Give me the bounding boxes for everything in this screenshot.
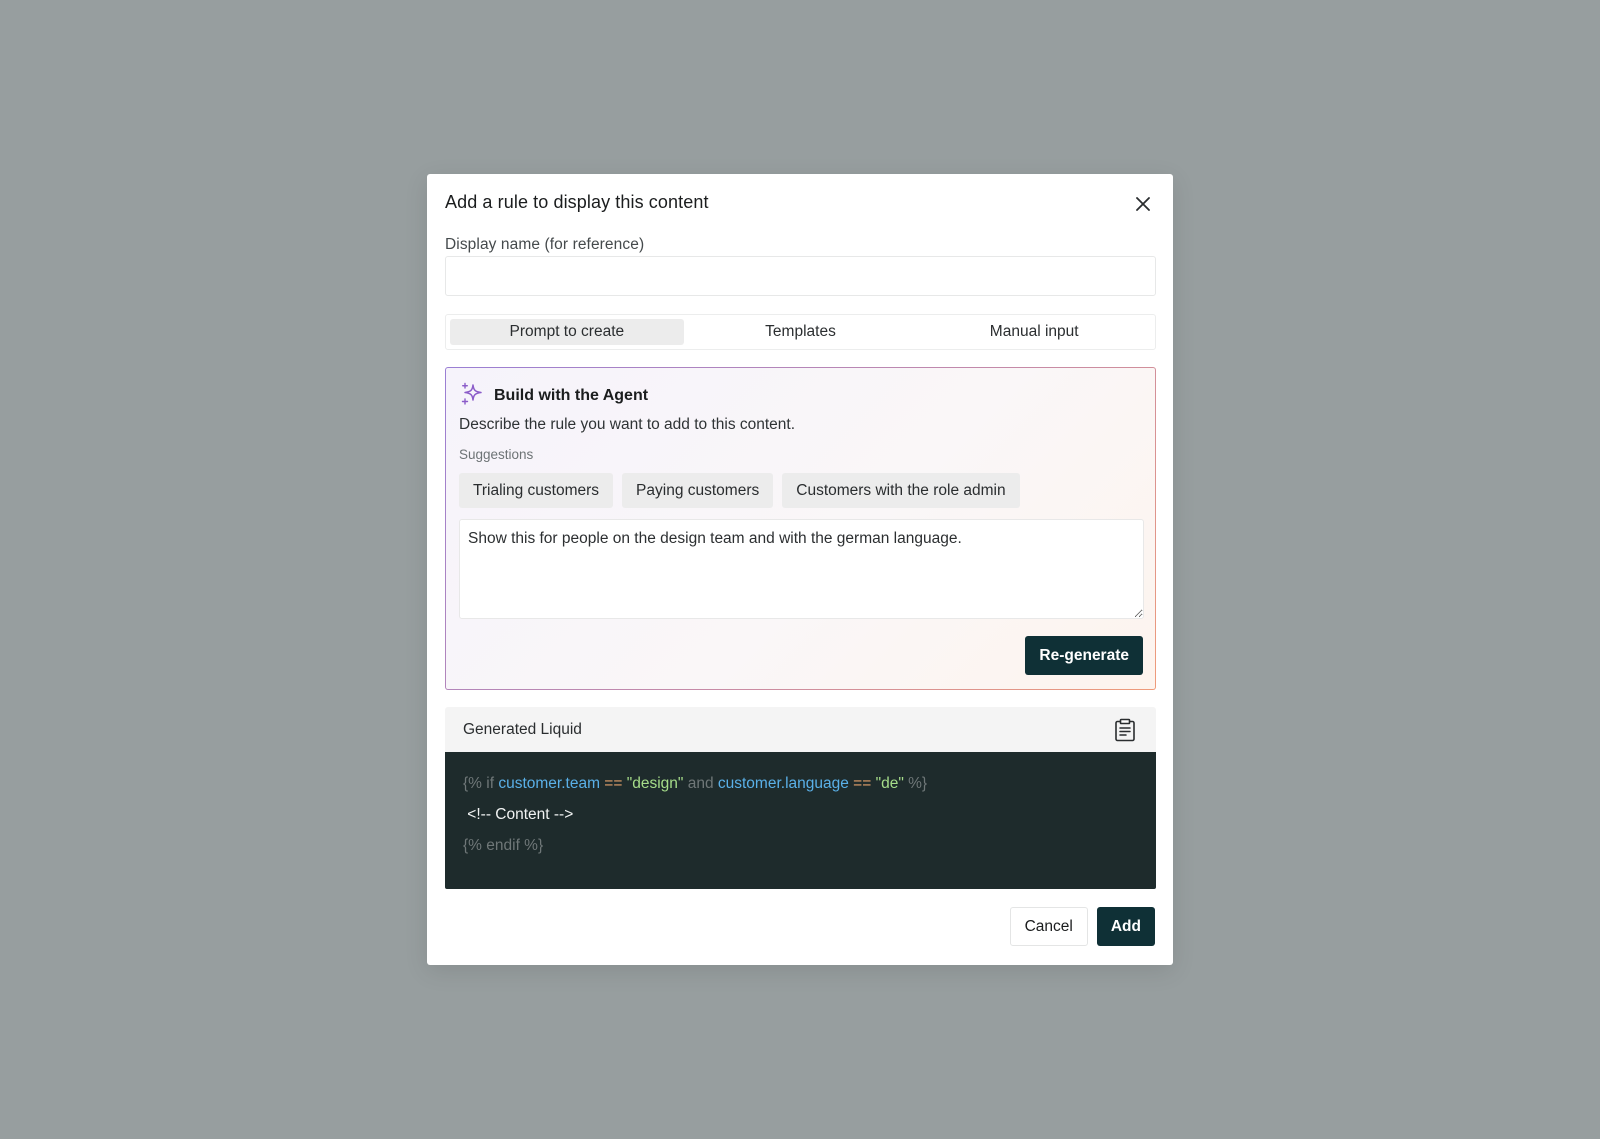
close-icon [1136,197,1150,211]
display-name-input[interactable] [445,256,1156,296]
code-token-string: "de" [875,775,904,792]
cancel-button[interactable]: Cancel [1009,907,1088,946]
code-token-tag: %} [903,775,928,792]
liquid-code-block: {% if customer.team == "design" and cust… [445,752,1156,889]
code-token-operator: == [599,775,627,792]
code-token-keyword: and [683,775,718,792]
code-line-2: <!-- Content --> [463,806,574,823]
agent-description: Describe the rule you want to add to thi… [459,416,796,433]
code-line-3: {% endif %} [463,837,544,854]
liquid-header: Generated Liquid [445,707,1156,752]
close-button[interactable] [1129,190,1157,218]
code-line-1: {% if customer.team == "design" and cust… [463,768,1138,799]
liquid-title: Generated Liquid [463,721,582,738]
suggestions-label: Suggestions [459,447,534,462]
agent-panel: Build with the Agent Describe the rule y… [445,367,1156,690]
suggestion-chip-paying[interactable]: Paying customers [622,473,774,508]
agent-title: Build with the Agent [494,387,649,404]
mode-tabs: Prompt to create Templates Manual input [445,314,1156,350]
tab-manual-input[interactable]: Manual input [917,319,1151,345]
add-rule-modal: Add a rule to display this content Displ… [427,174,1173,965]
suggestion-chip-admin[interactable]: Customers with the role admin [782,473,1020,508]
modal-footer: Cancel Add [1009,907,1155,946]
modal-title: Add a rule to display this content [445,192,709,212]
prompt-textarea[interactable] [459,519,1144,619]
sparkle-icon [461,382,482,405]
code-token-variable: customer.team [498,775,600,792]
copy-button[interactable] [1112,717,1138,743]
code-token-tag: {% if [463,775,499,792]
clipboard-icon [1115,718,1135,742]
regenerate-button[interactable]: Re-generate [1025,636,1143,675]
code-token-operator: == [848,775,876,792]
suggestion-chips: Trialing customers Paying customers Cust… [459,473,1020,508]
add-button[interactable]: Add [1096,907,1155,946]
display-name-label: Display name (for reference) [445,236,645,253]
code-token-variable: customer.language [717,775,849,792]
tab-prompt-to-create[interactable]: Prompt to create [450,319,684,345]
suggestion-chip-trialing[interactable]: Trialing customers [459,473,614,508]
tab-templates[interactable]: Templates [684,319,918,345]
code-token-string: "design" [626,775,684,792]
